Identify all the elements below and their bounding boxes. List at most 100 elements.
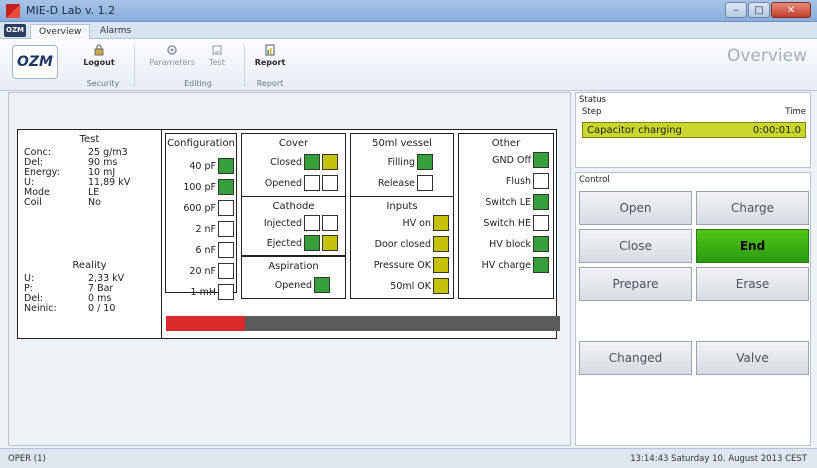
tab-overview[interactable]: Overview [30, 24, 91, 39]
input-indicator [433, 278, 449, 294]
vessel-indicator [417, 175, 433, 191]
status-bar: OPER (1) 13:14:43 Saturday 10. August 20… [0, 448, 817, 468]
valve-button[interactable]: Valve [696, 341, 809, 375]
changed-button[interactable]: Changed [579, 341, 692, 375]
config-row: 600 pF [170, 200, 234, 216]
status-pane: Status Step Time Capacitor charging 0:00… [575, 92, 811, 168]
aspiration-label: Opened [274, 279, 312, 291]
cathode-row: Ejected [246, 235, 342, 251]
input-label: HV on [402, 217, 432, 229]
test-button[interactable]: Test [200, 44, 234, 67]
input-label: Door closed [374, 238, 431, 250]
cover-group: Cover Closed Opened [241, 133, 346, 197]
gear-icon [167, 45, 177, 55]
configuration-title: Configuration [167, 138, 235, 149]
input-row: Pressure OK [353, 257, 451, 273]
cathode-indicator [304, 235, 320, 251]
input-row: Door closed [353, 236, 451, 252]
cathode-label: Ejected [266, 237, 302, 249]
logout-button[interactable]: Logout [76, 44, 122, 67]
status-row[interactable]: Capacitor charging 0:00:01.0 [582, 122, 806, 138]
config-indicator [218, 263, 234, 279]
test-icon [212, 45, 222, 55]
input-row: HV on [353, 215, 451, 231]
reality-key: Neinic: [24, 303, 57, 314]
end-button[interactable]: End [696, 229, 809, 263]
other-row: HV charge [461, 257, 551, 273]
open-button[interactable]: Open [579, 191, 692, 225]
other-row: Flush [461, 173, 551, 189]
prepare-button[interactable]: Prepare [579, 267, 692, 301]
reality-row: Neinic: 0 / 10 [24, 304, 155, 314]
config-row: 40 pF [170, 158, 234, 174]
input-indicator [433, 215, 449, 231]
config-label: 100 pF [183, 181, 216, 193]
cover-row: Opened [246, 175, 342, 191]
vessel-indicator [417, 154, 433, 170]
config-row: 20 nF [170, 263, 234, 279]
report-button[interactable]: Report [250, 44, 290, 67]
vessel-label: Filling [387, 156, 415, 168]
cathode-indicator [304, 215, 320, 231]
other-row: GND Off [461, 152, 551, 168]
window-controls: – □ ✕ [725, 2, 811, 18]
group-security: Security [86, 79, 120, 88]
tab-strip: OZM Overview Alarms [0, 22, 817, 39]
cover-title: Cover [278, 138, 309, 149]
parameters-button[interactable]: Parameters [146, 44, 198, 67]
minimize-button[interactable]: – [725, 2, 747, 18]
progress-bar [166, 316, 560, 331]
vessel-title: 50ml vessel [372, 138, 432, 149]
tab-alarms[interactable]: Alarms [92, 24, 139, 39]
cathode-row: Injected [246, 215, 342, 231]
other-label: Flush [505, 175, 531, 187]
ribbon: OZM Logout Security Parameters Test Edit… [0, 39, 817, 91]
cover-indicator [304, 175, 320, 191]
control-title: Control [579, 175, 610, 185]
charge-button[interactable]: Charge [696, 191, 809, 225]
ribbon-separator [134, 45, 135, 87]
other-group: Other GND Off Flush Switch LE Switch HE … [458, 133, 554, 299]
other-indicator [533, 173, 549, 189]
reality-title: Reality [72, 260, 107, 271]
inputs-title: Inputs [386, 201, 418, 212]
config-row: 1 mH [170, 284, 234, 300]
config-indicator [218, 158, 234, 174]
control-pane: Control Open Charge Close End Prepare Er… [575, 172, 811, 446]
status-header: Step Time [582, 107, 806, 117]
input-label: 50ml OK [390, 280, 431, 292]
cover-label: Opened [264, 177, 302, 189]
cover-indicator [304, 154, 320, 170]
close-button[interactable]: ✕ [771, 2, 811, 18]
progress-fill [166, 316, 245, 331]
erase-button[interactable]: Erase [696, 267, 809, 301]
input-label: Pressure OK [373, 259, 431, 271]
cathode-label: Injected [263, 217, 302, 229]
aspiration-title: Aspiration [268, 261, 319, 272]
io-panel: Configuration 40 pF 100 pF 600 pF 2 nF 6… [161, 129, 557, 339]
main-area: Test Conc: 25 g/m3 Del: 90 ms Energy: 10 mJ… [8, 92, 571, 446]
cathode-title: Cathode [272, 201, 315, 212]
app-menu-button[interactable]: OZM [4, 24, 26, 37]
test-title: Test [79, 134, 100, 145]
window-title-bar: MIE-D Lab v. 1.2 – □ ✕ [0, 0, 817, 22]
other-row: HV block [461, 236, 551, 252]
vessel-row: Filling [355, 154, 451, 170]
config-indicator [218, 221, 234, 237]
parameters-label: Parameters [149, 58, 195, 67]
cathode-indicator [322, 235, 338, 251]
other-indicator [533, 194, 549, 210]
close-cover-button[interactable]: Close [579, 229, 692, 263]
group-report: Report [256, 79, 284, 88]
report-label: Report [254, 58, 286, 67]
status-step-header: Step [582, 107, 602, 117]
report-icon [265, 44, 275, 56]
config-indicator [218, 284, 234, 300]
cover-row: Closed [246, 154, 342, 170]
cathode-indicator [322, 215, 338, 231]
maximize-button[interactable]: □ [748, 2, 770, 18]
config-label: 1 mH [190, 286, 216, 298]
configuration-group: Configuration 40 pF 100 pF 600 pF 2 nF 6… [165, 133, 237, 300]
test-value: No [88, 197, 101, 208]
other-label: HV charge [481, 259, 531, 271]
